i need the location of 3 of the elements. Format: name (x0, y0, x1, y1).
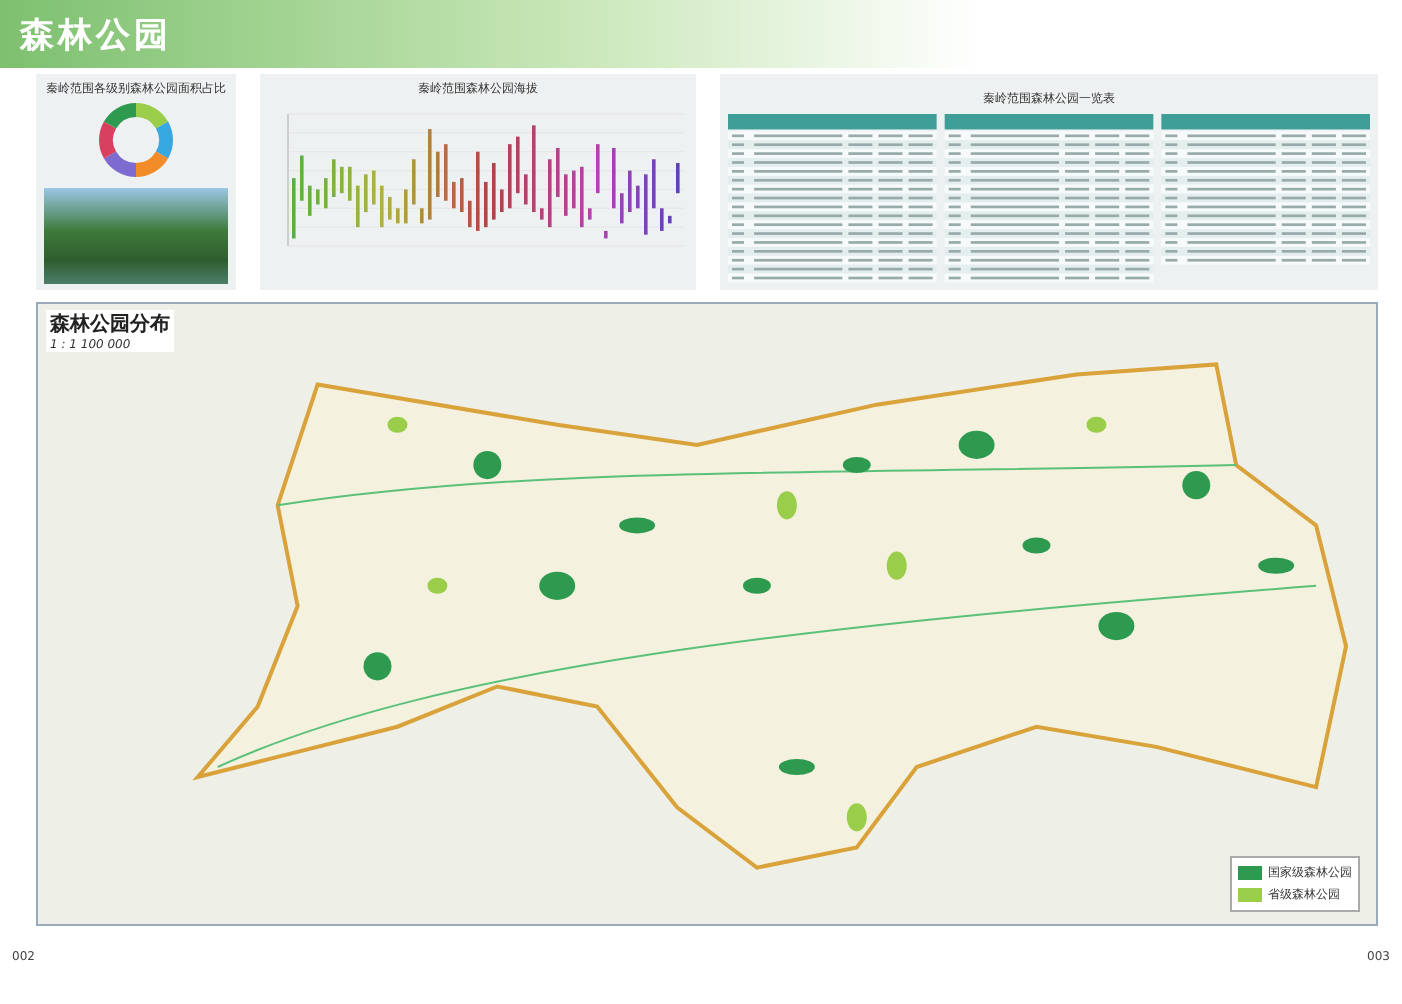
page-title: 森林公园 (20, 13, 172, 57)
y-axis (287, 113, 289, 247)
map-title: 森林公园分布 (46, 310, 174, 338)
